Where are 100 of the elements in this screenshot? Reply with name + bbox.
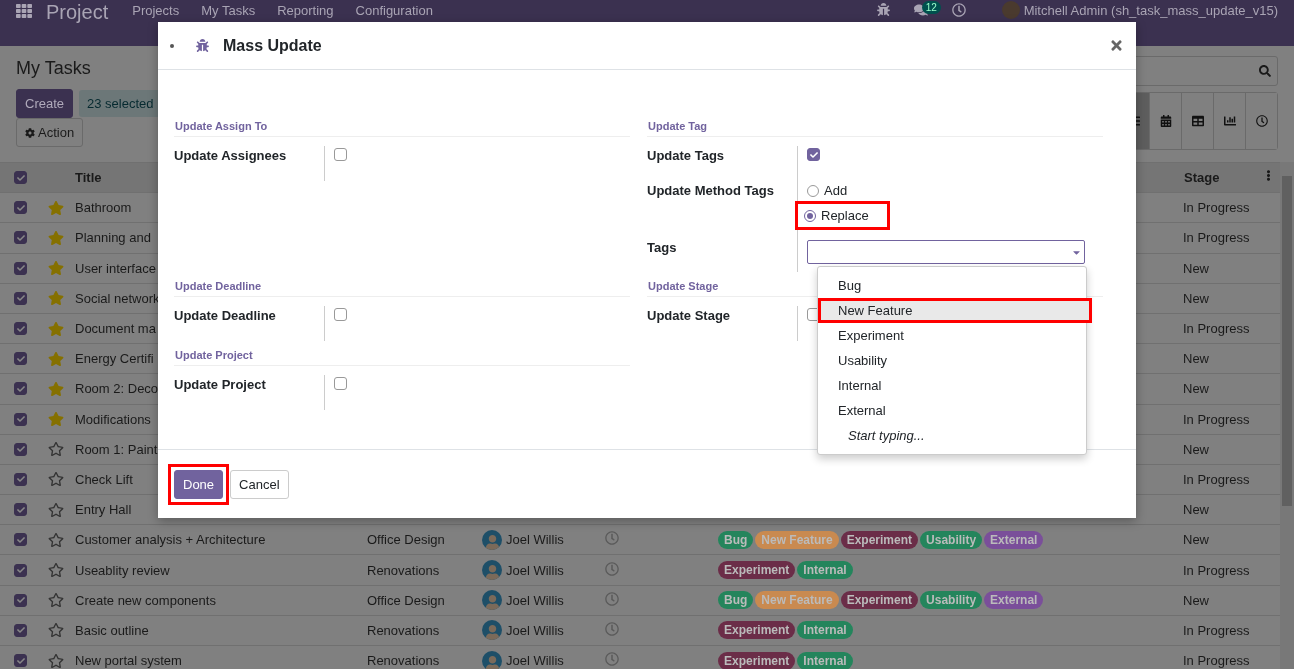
check-icon — [16, 233, 25, 242]
user-name[interactable]: Mitchell Admin (sh_task_mass_update_v15) — [1023, 3, 1278, 18]
dropdown-hint: Start typing... — [847, 427, 926, 445]
checkbox[interactable] — [14, 201, 27, 215]
table-cell-text: In Progress — [1182, 653, 1250, 669]
bug-icon[interactable] — [876, 3, 890, 16]
calendar-icon — [1159, 115, 1172, 127]
table-cell-text: New — [1182, 381, 1209, 397]
dropdown-option[interactable]: Experiment — [818, 323, 1086, 348]
dropdown-option[interactable]: New Feature — [818, 298, 1092, 323]
table-cell-text: User interface — [74, 260, 156, 276]
clock-icon[interactable] — [951, 3, 966, 17]
scrollbar[interactable] — [1280, 162, 1294, 669]
checkbox[interactable] — [14, 503, 27, 517]
tag: Usability — [920, 530, 983, 549]
checkbox[interactable] — [334, 308, 347, 321]
activity-view-button[interactable] — [1245, 93, 1277, 149]
section-title: Update Assign To — [174, 120, 630, 137]
star-icon[interactable] — [47, 199, 64, 216]
field-label: Update Project — [174, 376, 266, 394]
checkbox[interactable] — [14, 231, 27, 245]
column-header[interactable]: Title — [70, 170, 102, 186]
table-cell-text: Room 1: Paint — [74, 441, 158, 457]
checkbox[interactable] — [14, 533, 27, 547]
create-button[interactable]: Create — [16, 89, 74, 118]
section-title: Update Deadline — [174, 280, 630, 297]
table-cell-text: Social network — [74, 290, 160, 306]
checkbox[interactable] — [14, 563, 27, 577]
cancel-button[interactable]: Cancel — [230, 469, 289, 499]
star-icon[interactable] — [47, 411, 64, 428]
tag: Experiment — [718, 621, 796, 640]
table-cell-text: In Progress — [1182, 321, 1250, 337]
dialog-title: Mass Update — [223, 36, 323, 55]
star-outline-icon[interactable] — [47, 531, 64, 548]
tags-select-field[interactable] — [807, 240, 1085, 264]
checkbox[interactable] — [14, 322, 27, 336]
tag: Experiment — [840, 591, 919, 610]
star-icon[interactable] — [47, 229, 64, 246]
field-label: Update Tags — [647, 147, 725, 165]
table-cell-text: In Progress — [1182, 230, 1250, 246]
dropdown-option[interactable]: Bug — [818, 273, 1086, 298]
checkbox[interactable] — [14, 623, 27, 637]
checkbox[interactable] — [14, 654, 27, 668]
check-icon — [16, 324, 25, 333]
star-outline-icon[interactable] — [47, 562, 64, 579]
checkbox[interactable] — [14, 593, 27, 607]
checkbox[interactable] — [334, 377, 347, 390]
check-icon — [16, 505, 25, 514]
checkbox[interactable] — [807, 148, 820, 161]
menu-item[interactable]: Projects — [132, 3, 180, 18]
star-outline-icon[interactable] — [47, 592, 64, 609]
checkbox[interactable] — [14, 261, 27, 275]
star-outline-icon[interactable] — [47, 652, 64, 669]
radio-option[interactable]: Replace — [804, 208, 869, 223]
menu-item[interactable]: My Tasks — [201, 3, 256, 18]
checkbox[interactable] — [14, 382, 27, 396]
bar-chart-icon — [1223, 115, 1236, 127]
apps-icon[interactable] — [16, 3, 32, 19]
table-cell-text: Planning and — [74, 230, 151, 246]
check-icon — [16, 354, 25, 363]
table-cell: Joel Willis — [506, 532, 564, 548]
search-icon — [1259, 65, 1271, 77]
star-icon[interactable] — [47, 320, 64, 337]
done-button[interactable]: Done — [174, 469, 224, 499]
checkbox[interactable] — [14, 472, 27, 486]
table-cell-text: In Progress — [1182, 200, 1250, 216]
checkbox[interactable] — [14, 171, 27, 185]
dropdown-option[interactable]: External — [818, 398, 1086, 423]
checkbox[interactable] — [14, 291, 27, 305]
star-outline-icon[interactable] — [47, 622, 64, 639]
star-icon[interactable] — [47, 290, 64, 307]
star-icon[interactable] — [47, 350, 64, 367]
table-cell: Joel Willis — [506, 622, 564, 638]
dot-icon — [170, 43, 174, 48]
menu-item[interactable]: Reporting — [277, 3, 334, 18]
check-icon — [809, 150, 818, 159]
dropdown-option[interactable]: Usability — [818, 348, 1086, 373]
checkbox[interactable] — [334, 148, 347, 161]
radio-option[interactable]: Add — [807, 183, 848, 198]
close-button[interactable] — [1109, 38, 1124, 53]
table-cell: Joel Willis — [506, 592, 564, 608]
tag: Bug — [718, 591, 754, 610]
star-outline-icon[interactable] — [47, 501, 64, 518]
action-button[interactable]: Action — [16, 118, 84, 147]
star-outline-icon[interactable] — [47, 471, 64, 488]
dropdown-option[interactable]: Internal — [818, 373, 1086, 398]
table-cell-text: In Progress — [1182, 622, 1250, 638]
star-icon[interactable] — [47, 260, 64, 277]
check-icon — [16, 566, 25, 575]
tag: Experiment — [840, 530, 919, 549]
tag: New Feature — [755, 591, 839, 610]
check-icon — [16, 535, 25, 544]
star-icon[interactable] — [47, 380, 64, 397]
star-outline-icon[interactable] — [47, 441, 64, 458]
column-header[interactable]: Stage — [1184, 170, 1220, 186]
checkbox[interactable] — [14, 442, 27, 456]
menu-item[interactable]: Configuration — [355, 3, 433, 18]
checkbox[interactable] — [14, 352, 27, 366]
check-icon — [16, 445, 25, 454]
checkbox[interactable] — [14, 412, 27, 426]
